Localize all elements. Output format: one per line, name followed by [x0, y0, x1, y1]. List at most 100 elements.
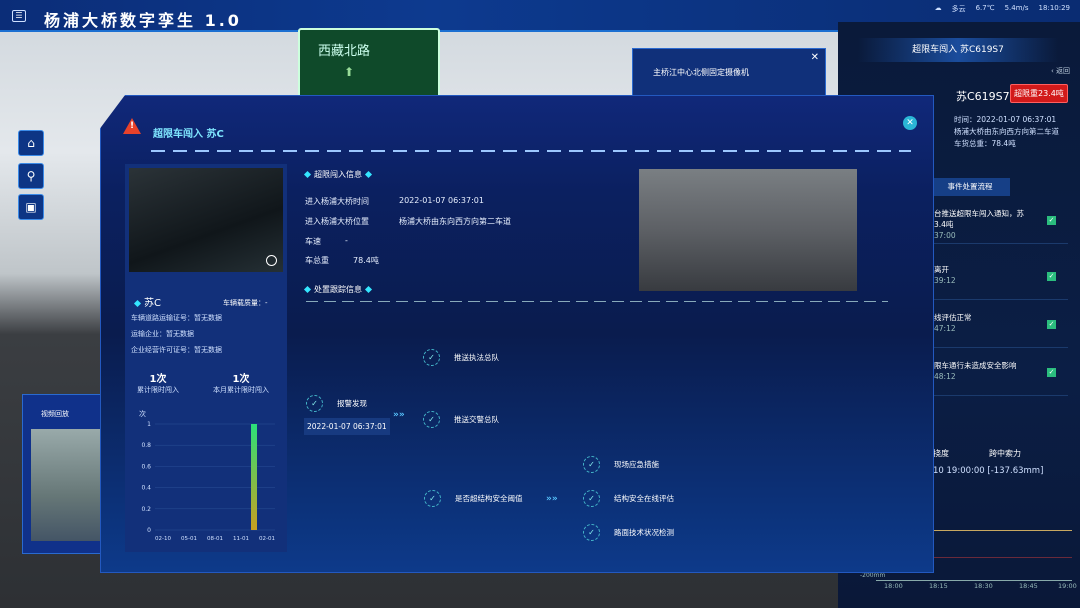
info-value: 78.4吨	[353, 256, 379, 265]
stat-label: 本月累计限时闯入	[213, 386, 269, 394]
permit-no: 车辆道路运输证号：暂无数据	[131, 314, 222, 322]
alarm-time: 2022-01-07 06:37:01	[304, 418, 390, 435]
process-tab[interactable]: 事件处置流程	[930, 178, 1010, 196]
flow-node-alarm: ✓ 报警发现	[306, 395, 367, 412]
node-label: 路面技术状况检测	[614, 528, 674, 537]
axis-min-label: -200mm	[860, 572, 886, 579]
diamond-icon	[364, 285, 373, 294]
tab-deflection[interactable]: 挠度	[933, 448, 949, 459]
info-label: 进入杨浦大桥时间	[305, 197, 369, 206]
stat-value: 1次	[149, 374, 167, 385]
check-circle-icon: ✓	[424, 490, 441, 507]
stat-month: 1次 本月累计限时闯入	[213, 370, 269, 395]
check-circle-icon: ✓	[583, 490, 600, 507]
flow-node: ✓ 推送交警总队	[423, 411, 499, 428]
event-time: 时间：2022-01-07 06:37:01	[954, 115, 1057, 124]
home-button[interactable]: ⌂	[18, 130, 44, 156]
vehicle-snapshot[interactable]	[129, 168, 283, 272]
divider	[306, 301, 888, 302]
home-icon: ⌂	[27, 136, 35, 150]
flow-node: ✓ 路面技术状况检测	[583, 524, 674, 541]
checkbox-icon[interactable]: ✓	[1047, 216, 1056, 225]
x-tick-label: 05-01	[181, 536, 197, 542]
node-label: 推送交警总队	[454, 415, 499, 424]
zoom-icon[interactable]	[266, 255, 277, 266]
flow-node: ✓ 是否超结构安全阈值	[424, 490, 523, 507]
overweight-badge: 超限重23.4吨	[1010, 84, 1068, 103]
y-tick-label: 0.6	[141, 463, 151, 470]
vehicle-panel: 苏C 车辆载质量：- 车辆道路运输证号：暂无数据 运输企业：暂无数据 企业经营许…	[125, 164, 287, 552]
node-label: 结构安全在线评估	[614, 494, 674, 503]
road-sign: 西藏北路 ⬆	[298, 28, 440, 100]
close-icon[interactable]: ✕	[811, 52, 819, 63]
double-chevron-icon: »»	[393, 410, 405, 420]
diamond-icon	[303, 285, 312, 294]
info-label: 车速	[305, 237, 321, 246]
temperature: 6.7℃	[975, 4, 995, 12]
right-panel-title: 超限车闯入 苏C619S7	[858, 38, 1058, 62]
flow-node: ✓ 现场应急措施	[583, 456, 659, 473]
bar	[251, 424, 257, 530]
event-location: 杨浦大桥由东向西方向第二车道	[954, 127, 1059, 136]
arrow-up-icon: ⬆	[344, 65, 355, 79]
y-tick-label: 0	[147, 527, 151, 534]
warning-icon: !	[123, 118, 141, 134]
x-tick: 18:00	[884, 582, 903, 590]
info-value: -	[345, 236, 348, 245]
modal-title: 超限车闯入 苏C	[153, 129, 224, 140]
video-replay-title: 视频回放	[41, 410, 69, 418]
tab-cable-force[interactable]: 跨中索力	[989, 448, 1021, 459]
intrusion-bar-chart: 次 0 0.2 0.4 0.6 0.8 1 02-10 05-01 08-01 11-01 02-01	[139, 409, 275, 542]
company: 运输企业：暂无数据	[131, 330, 194, 338]
section-title: 超限闯入信息	[314, 170, 362, 179]
checkbox-icon[interactable]: ✓	[1047, 368, 1056, 377]
video-replay-panel: 视频回放	[22, 394, 102, 554]
close-button[interactable]: ✕	[903, 116, 917, 130]
deflection-value: 10 19:00:00 [-137.63mm]	[933, 466, 1044, 476]
check-circle-icon: ✓	[583, 524, 600, 541]
checkbox-icon[interactable]: ✓	[1047, 272, 1056, 281]
section-intrusion-info: 超限闯入信息	[301, 169, 375, 180]
wind-speed: 5.4m/s	[1004, 4, 1029, 12]
y-tick-label: 0.4	[141, 485, 151, 492]
node-label: 报警发现	[337, 399, 367, 408]
node-label: 推送执法总队	[454, 353, 499, 362]
y-axis-label: 次	[139, 409, 146, 418]
x-tick: 19:00	[1058, 582, 1077, 590]
replay-video[interactable]	[31, 429, 101, 541]
camera-video[interactable]	[639, 169, 857, 291]
event-weight: 车货总重：78.4吨	[954, 139, 1016, 148]
double-chevron-icon: »»	[546, 494, 558, 504]
vehicle-load: 车辆载质量：-	[223, 299, 268, 307]
vehicle-plate: 苏C	[131, 294, 161, 309]
y-tick-label: 0.8	[141, 442, 151, 449]
license-no: 企业经营许可证号：暂无数据	[131, 346, 222, 354]
stat-label: 累计限时闯入	[137, 386, 179, 394]
section-title: 处置跟踪信息	[314, 285, 362, 294]
plate-number: 苏C619S7	[956, 90, 1010, 103]
info-value: 杨浦大桥由东向西方向第二车道	[399, 217, 511, 226]
stat-value: 1次	[232, 374, 250, 385]
info-label: 进入杨浦大桥位置	[305, 217, 369, 226]
checkbox-icon[interactable]: ✓	[1047, 320, 1056, 329]
y-tick-label: 1	[147, 421, 151, 428]
node-label: 现场应急措施	[614, 460, 659, 469]
building-button[interactable]: ▣	[18, 194, 44, 220]
divider	[151, 150, 911, 152]
stat-total: 1次 累计限时闯入	[137, 370, 179, 395]
diamond-icon	[303, 170, 312, 179]
app-title: 杨浦大桥数字孪生 1.0	[44, 11, 242, 30]
plate-text: 苏C	[144, 298, 161, 309]
check-circle-icon: ✓	[423, 411, 440, 428]
menu-icon[interactable]: ☰	[12, 10, 26, 22]
vehicle-details: 车辆道路运输证号：暂无数据 运输企业：暂无数据 企业经营许可证号：暂无数据	[131, 310, 222, 358]
diamond-icon	[364, 170, 373, 179]
location-pin-icon: ⚲	[26, 169, 36, 183]
alert-modal: ! 超限车闯入 苏C ✕ 苏C 车辆载质量：- 车辆道路运输证号：暂无数据 运输…	[100, 95, 934, 573]
info-value: 2022-01-07 06:37:01	[399, 196, 484, 205]
x-tick-label: 02-10	[155, 536, 171, 542]
back-button[interactable]: ‹ 返回	[1051, 66, 1070, 76]
location-button[interactable]: ⚲	[18, 163, 44, 189]
diamond-icon	[133, 299, 142, 308]
event-info: 时间：2022-01-07 06:37:01 杨浦大桥由东向西方向第二车道 车货…	[954, 114, 1059, 150]
